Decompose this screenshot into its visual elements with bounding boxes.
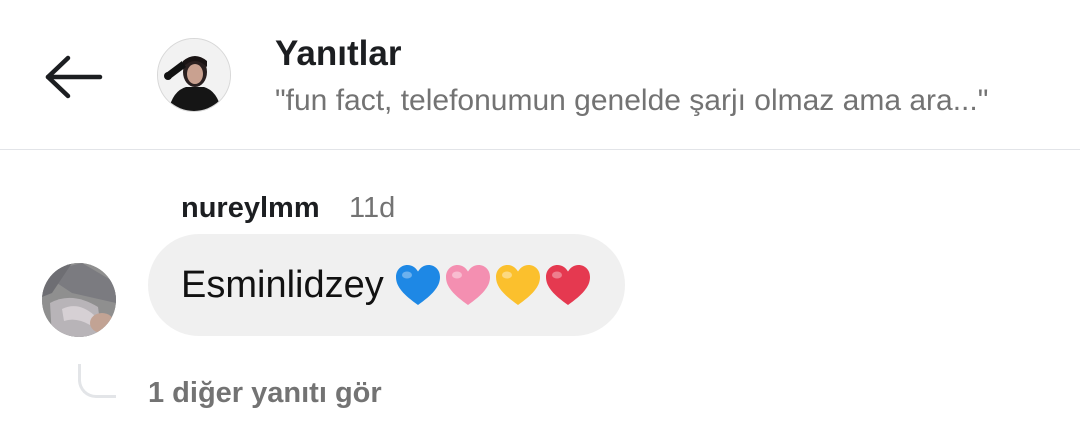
- header: Yanıtlar "fun fact, telefonumun genelde …: [0, 0, 1080, 150]
- reply-author[interactable]: nureylmm: [181, 192, 320, 225]
- reply-bubble[interactable]: Esminlidzey: [148, 234, 625, 336]
- pink-heart-icon: [445, 265, 490, 305]
- red-heart-icon: [545, 265, 590, 305]
- arrow-left-icon: [45, 55, 103, 99]
- yellow-heart-icon: [495, 265, 540, 305]
- reply-text: Esminlidzey: [181, 263, 384, 306]
- page-title: Yanıtlar: [275, 34, 402, 73]
- post-author-avatar[interactable]: [157, 38, 231, 112]
- post-excerpt: "fun fact, telefonumun genelde şarjı olm…: [275, 84, 989, 117]
- view-more-replies-link[interactable]: 1 diğer yanıtı gör: [148, 377, 382, 410]
- emoji-group: [394, 263, 592, 307]
- reply-timestamp: 11d: [349, 192, 396, 224]
- thread-connector: [78, 364, 116, 398]
- reply-author-avatar[interactable]: [42, 263, 116, 337]
- back-button[interactable]: [40, 52, 106, 102]
- blue-heart-icon: [395, 265, 440, 305]
